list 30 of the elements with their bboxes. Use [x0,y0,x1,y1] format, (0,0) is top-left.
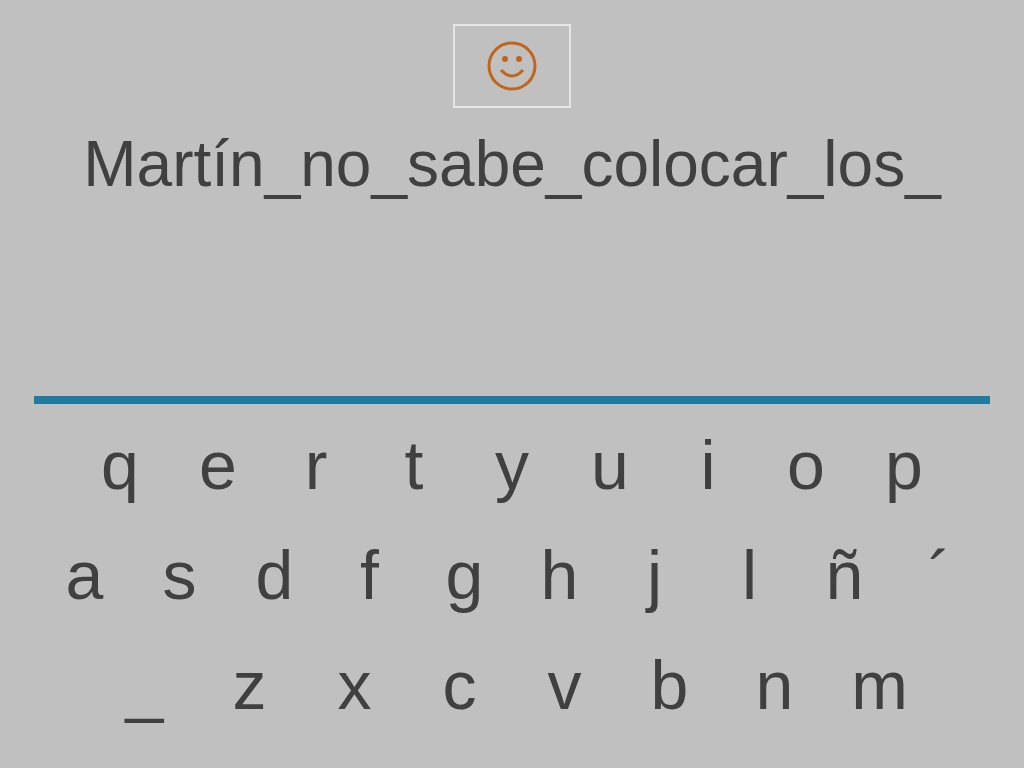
letter-key[interactable]: j [607,536,702,614]
letter-key[interactable]: i [659,426,757,504]
letter-key[interactable]: ´ [892,536,987,614]
letter-key[interactable]: y [463,426,561,504]
letter-key[interactable]: p [855,426,953,504]
letter-key[interactable]: n [722,646,827,724]
letter-key[interactable]: g [417,536,512,614]
letter-key[interactable]: _ [92,646,197,724]
letter-key[interactable]: b [617,646,722,724]
smiley-icon [486,40,538,92]
letter-key[interactable]: v [512,646,617,724]
letter-key[interactable]: h [512,536,607,614]
letter-key[interactable]: s [132,536,227,614]
letter-key[interactable]: c [407,646,512,724]
letter-key[interactable]: f [322,536,417,614]
letter-key[interactable]: x [302,646,407,724]
letter-key[interactable]: o [757,426,855,504]
letter-key[interactable]: l [702,536,797,614]
letter-key[interactable]: a [37,536,132,614]
letter-key[interactable]: z [197,646,302,724]
letter-key[interactable]: q [71,426,169,504]
letter-key[interactable]: r [267,426,365,504]
letter-key[interactable]: m [827,646,932,724]
letter-key[interactable]: e [169,426,267,504]
letter-key[interactable]: d [227,536,322,614]
letter-key[interactable]: t [365,426,463,504]
sentence-text: Martín_no_sabe_colocar_los_ [83,127,941,202]
smiley-face-button[interactable] [453,24,571,108]
letter-key[interactable]: ñ [797,536,892,614]
letter-key[interactable]: u [561,426,659,504]
